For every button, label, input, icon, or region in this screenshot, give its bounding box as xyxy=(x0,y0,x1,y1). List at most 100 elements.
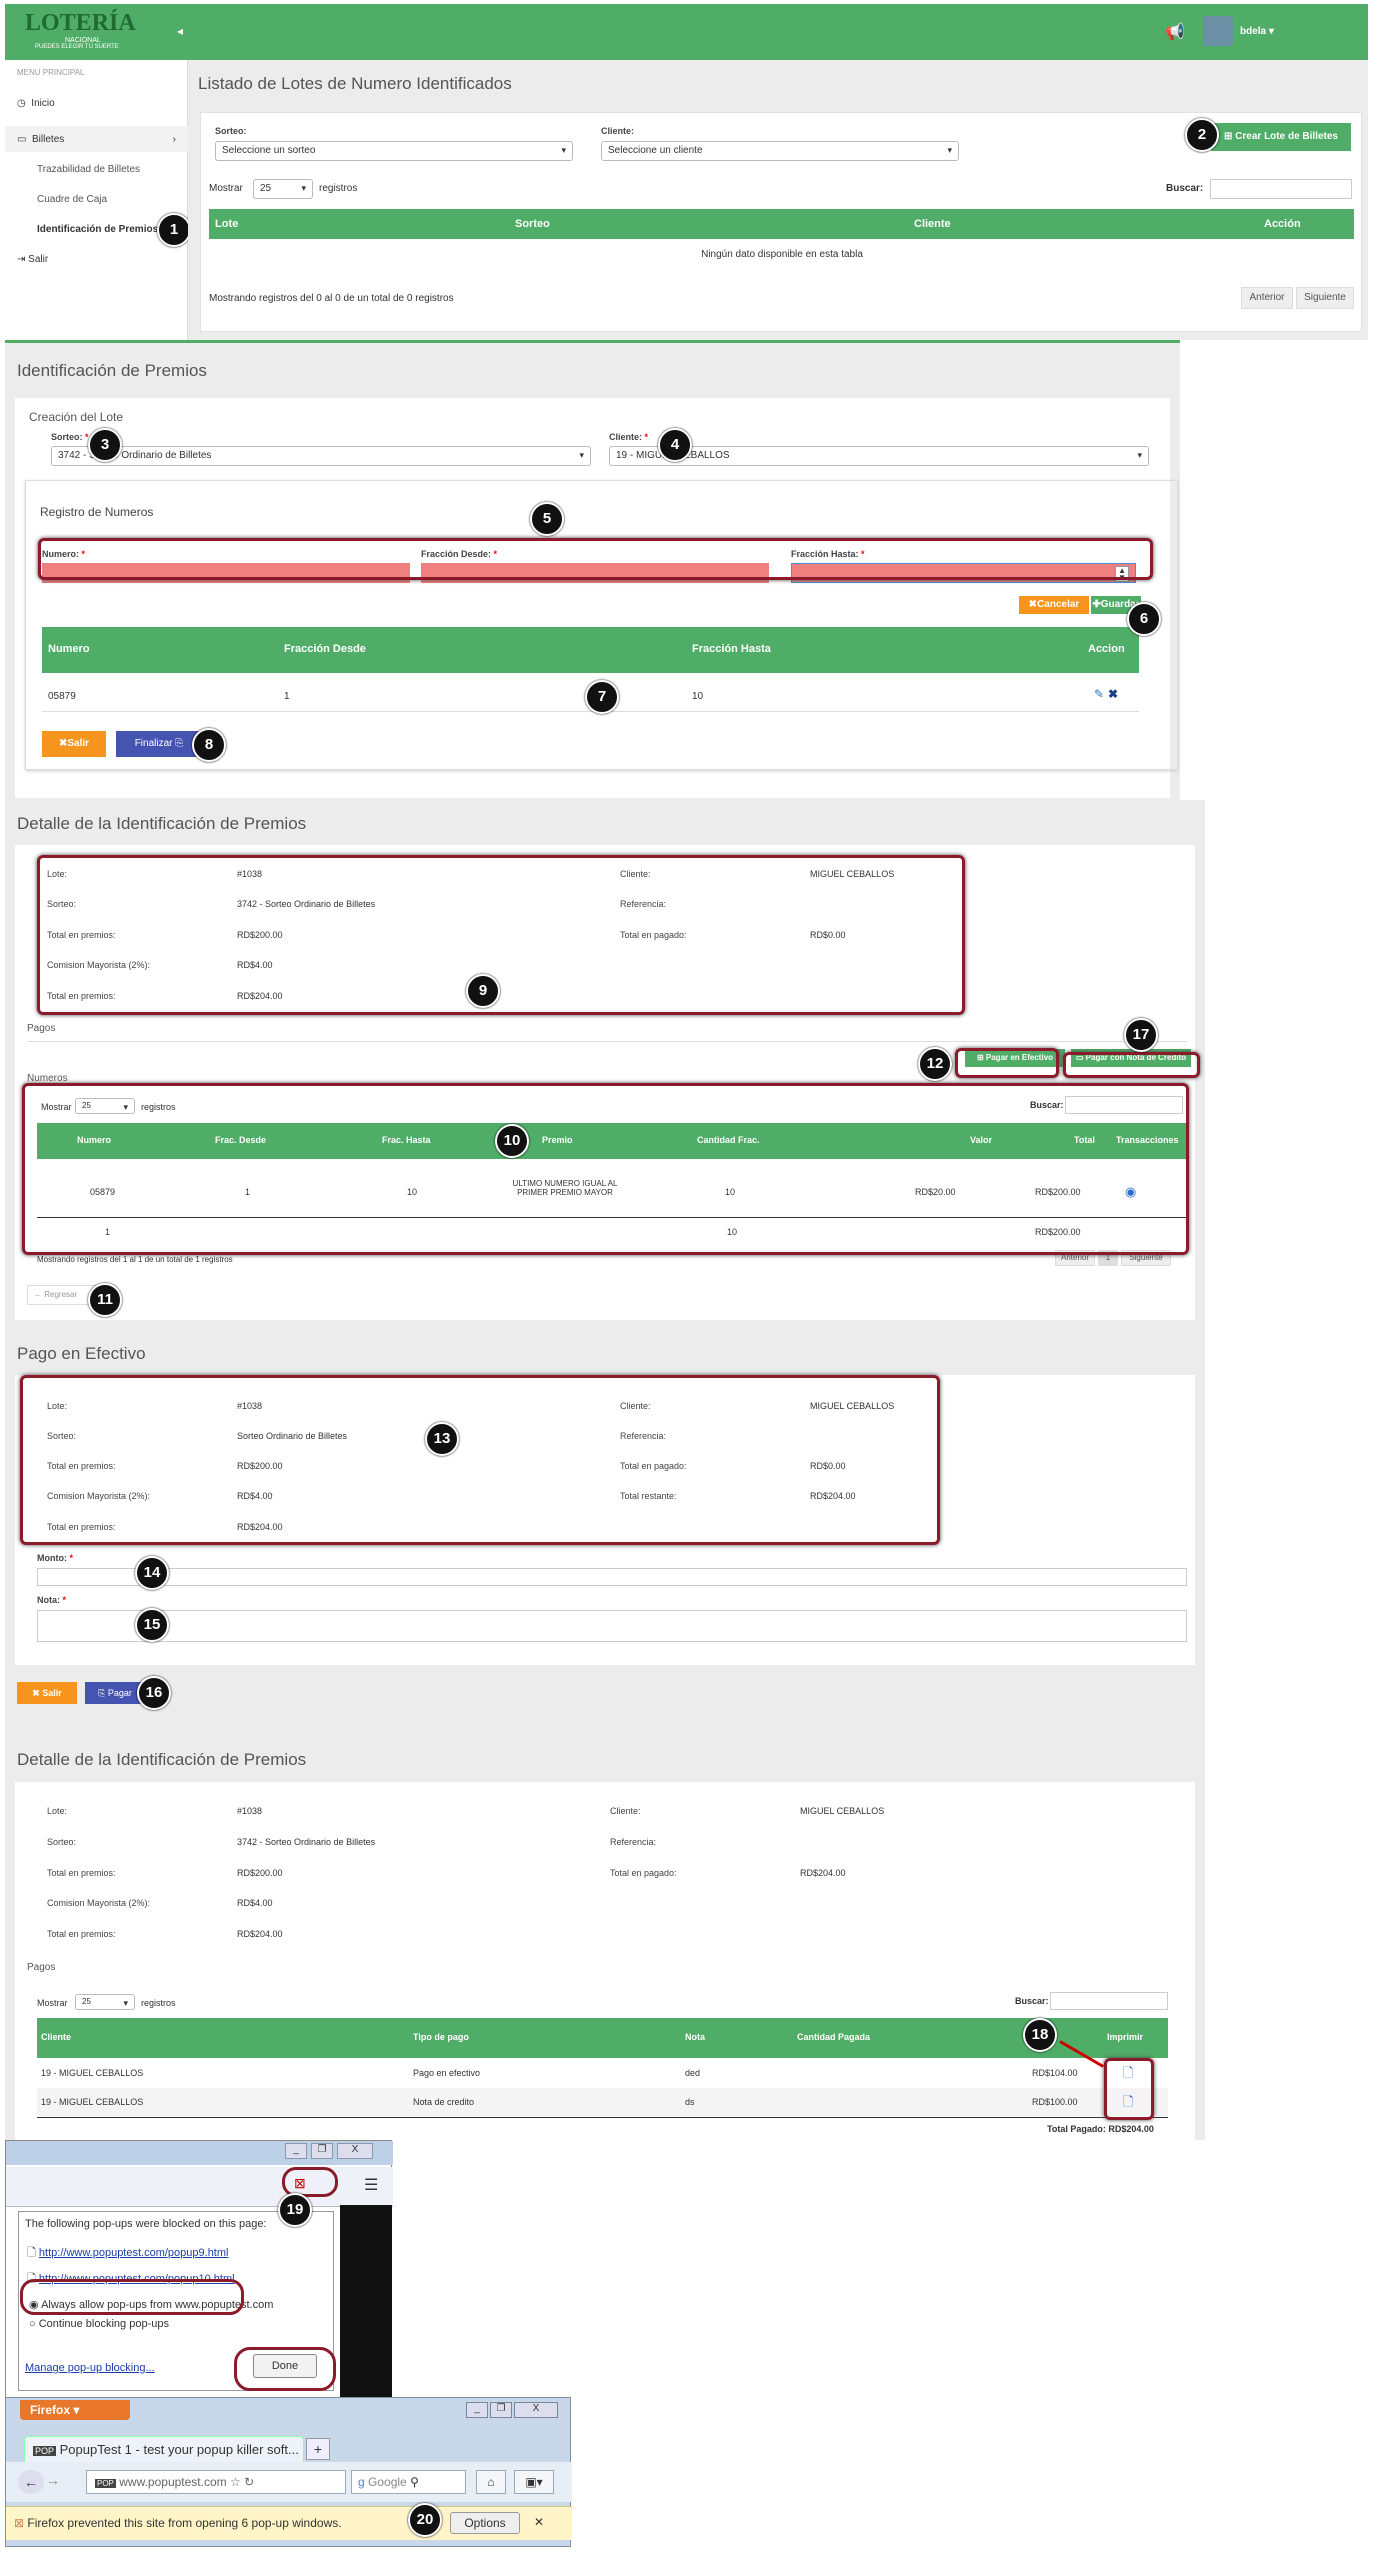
back-button[interactable]: ← Regresar xyxy=(27,1285,97,1305)
cancel-button[interactable]: ✖Cancelar xyxy=(1019,596,1089,614)
registro-panel: Registro de Numeros Numero: * Fracción D… xyxy=(25,480,1178,770)
search-input[interactable] xyxy=(1050,1992,1168,2010)
col-nota[interactable]: Nota xyxy=(685,2032,705,2042)
sign-out-icon: ⇥ xyxy=(17,254,26,265)
allow-highlight xyxy=(20,2279,244,2315)
sorteo-select[interactable]: 3742 - Sorteo Ordinario de Billetes xyxy=(51,446,591,466)
star-icon[interactable]: ☆ xyxy=(230,2475,241,2489)
detail2-body: Lote: #1038 Sorteo: 3742 - Sorteo Ordina… xyxy=(15,1782,1195,2140)
exit-button[interactable]: ✖ Salir xyxy=(17,1682,77,1704)
megaphone-icon[interactable]: 📢 xyxy=(1165,22,1185,42)
sidebar-toggle-icon[interactable]: ◂ xyxy=(177,24,183,38)
browser-tab[interactable]: POP PopupTest 1 - test your popup killer… xyxy=(24,2436,304,2462)
close-notification-icon[interactable]: ✕ xyxy=(534,2515,544,2529)
home-icon[interactable]: ⌂ xyxy=(476,2470,506,2494)
sidebar-item-identificacion[interactable]: Identificación de Premios xyxy=(37,224,158,235)
minimize-icon[interactable]: _ xyxy=(466,2402,488,2418)
prev-button[interactable]: Anterior xyxy=(1241,287,1293,309)
search-input[interactable] xyxy=(1210,179,1352,199)
exit-button[interactable]: ✖Salir xyxy=(42,731,106,757)
marker-10: 10 xyxy=(495,1124,529,1158)
cliente-label: Cliente: xyxy=(610,1806,641,1816)
sidebar-item-cuadre[interactable]: Cuadre de Caja xyxy=(37,194,107,205)
records-label: registros xyxy=(319,183,358,194)
popup-link-1[interactable]: 🗋 http://www.popuptest.com/popup9.html xyxy=(27,2244,228,2263)
empty-message: Ningún dato disponible en esta tabla xyxy=(701,249,863,260)
restore-icon[interactable]: ❐ xyxy=(490,2402,512,2418)
records-label: registros xyxy=(141,1998,176,2008)
addon-icon[interactable]: ▣▾ xyxy=(514,2470,554,2494)
page-size-select[interactable]: 25 xyxy=(253,179,313,199)
next-button[interactable]: Siguiente xyxy=(1296,287,1354,309)
marker-19: 19 xyxy=(278,2193,312,2227)
comision-value: RD$4.00 xyxy=(237,1898,273,1908)
search-label: Buscar: xyxy=(1166,183,1204,194)
menu-icon[interactable]: ☰ xyxy=(364,2175,378,2195)
close-icon[interactable]: X xyxy=(514,2402,558,2418)
sorteo-value: 3742 - Sorteo Ordinario de Billetes xyxy=(237,1837,376,1847)
numeros-table-highlight xyxy=(22,1083,1189,1255)
options-button[interactable]: Options xyxy=(450,2512,520,2534)
sidebar-item-salir[interactable]: ⇥ Salir xyxy=(17,254,48,265)
monto-input[interactable] xyxy=(37,1568,1187,1586)
create-lote-button[interactable]: ⊞ Crear Lote de Billetes xyxy=(1211,123,1351,151)
popup-notification-bar: ⊠ Firefox prevented this site from openi… xyxy=(6,2506,572,2540)
firefox-menu-button[interactable]: Firefox ▾ xyxy=(20,2400,130,2420)
col-tipo[interactable]: Tipo de pago xyxy=(413,2032,469,2042)
restore-icon[interactable]: ❐ xyxy=(311,2143,333,2159)
popup-heading: The following pop-ups were blocked on th… xyxy=(25,2218,267,2230)
avatar[interactable] xyxy=(1203,16,1233,46)
forward-icon[interactable]: → xyxy=(46,2472,60,2488)
col-imprimir[interactable]: Imprimir xyxy=(1107,2032,1143,2042)
pagado-value: RD$204.00 xyxy=(800,1868,846,1878)
logo-sub: NACIONAL xyxy=(65,37,101,44)
col-cliente[interactable]: Cliente xyxy=(914,218,951,230)
pagado-label: Total en pagado: xyxy=(610,1868,677,1878)
url-text: www.popuptest.com xyxy=(119,2475,227,2489)
site-icon: POP xyxy=(33,2446,57,2456)
user-menu[interactable]: bdela ▾ xyxy=(1240,26,1274,37)
show-entries: Mostrar xyxy=(209,183,243,194)
search-icon[interactable]: ⚲ xyxy=(410,2475,419,2489)
credit-button-highlight xyxy=(1063,1052,1200,1078)
sidebar-item-inicio[interactable]: ◷ Inicio xyxy=(17,98,55,109)
sidebar-item-billetes[interactable]: ▭ Billetes › xyxy=(5,126,188,152)
reload-icon[interactable]: ↻ xyxy=(244,2475,254,2489)
marker-7: 7 xyxy=(585,680,619,714)
popup-link-text: http://www.popuptest.com/popup9.html xyxy=(38,2247,229,2259)
col-accion[interactable]: Acción xyxy=(1264,218,1301,230)
marker-18: 18 xyxy=(1023,2018,1057,2052)
cell-desde: 1 xyxy=(284,691,290,702)
sorteo-select[interactable]: Seleccione un sorteo xyxy=(215,141,573,161)
col-cliente[interactable]: Cliente xyxy=(41,2032,71,2042)
sidebar-item-trazabilidad[interactable]: Trazabilidad de Billetes xyxy=(37,164,140,175)
manage-link[interactable]: Manage pop-up blocking... xyxy=(25,2362,155,2374)
cliente-select[interactable]: Seleccione un cliente xyxy=(601,141,959,161)
minimize-icon[interactable]: _ xyxy=(285,2143,307,2159)
col-cantidad[interactable]: Cantidad Pagada xyxy=(797,2032,870,2042)
col-accion: Accion xyxy=(1088,643,1125,655)
url-bar[interactable]: POP www.popuptest.com ☆ ↻ xyxy=(86,2470,346,2494)
finish-button[interactable]: Finalizar ⎘ xyxy=(116,731,202,757)
continue-label: Continue blocking pop-ups xyxy=(38,2318,169,2330)
tab-title: PopupTest 1 - test your popup killer sof… xyxy=(59,2442,299,2457)
new-tab-button[interactable]: + xyxy=(306,2438,330,2460)
back-icon[interactable]: ← xyxy=(18,2470,44,2494)
marker-12: 12 xyxy=(918,1047,952,1081)
cell-cliente: 19 - MIGUEL CEBALLOS xyxy=(41,2097,144,2107)
cash-summary-highlight xyxy=(20,1375,940,1545)
delete-icon[interactable]: ✖ xyxy=(1108,687,1118,701)
nota-textarea[interactable] xyxy=(37,1610,1187,1642)
exit-label: Salir xyxy=(42,1688,62,1698)
col-lote[interactable]: Lote xyxy=(215,218,238,230)
continue-option[interactable]: ○ Continue blocking pop-ups xyxy=(29,2318,169,2330)
page-size-select[interactable]: 25 xyxy=(75,1994,135,2010)
pay-label: Pagar xyxy=(107,1688,132,1698)
edit-icon[interactable]: ✎ xyxy=(1094,687,1104,701)
pay-button[interactable]: ⎘ Pagar xyxy=(85,1682,145,1704)
search-label: Buscar: xyxy=(1015,1996,1049,2006)
search-bar[interactable]: g Google ⚲ xyxy=(351,2470,466,2494)
close-icon[interactable]: X xyxy=(337,2143,373,2159)
col-sorteo[interactable]: Sorteo xyxy=(515,218,550,230)
logo[interactable]: LOTERÍA NACIONAL PUEDES ELEGIR TU SUERTE xyxy=(25,10,155,56)
